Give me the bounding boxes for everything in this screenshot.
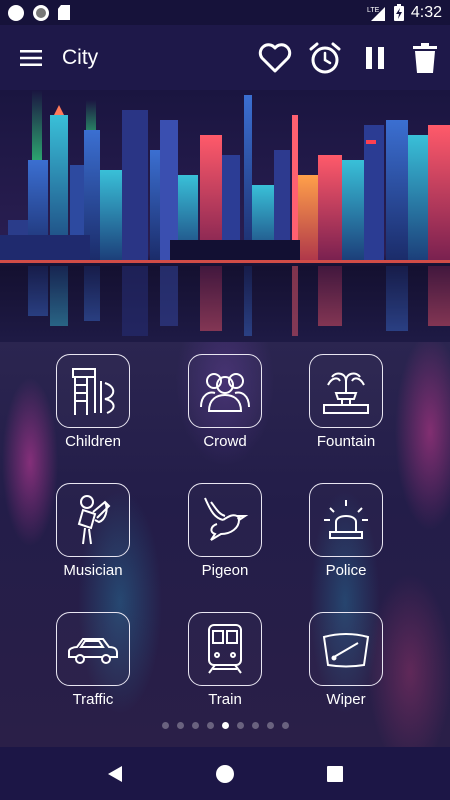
crowd-icon	[200, 373, 250, 412]
sound-label: Musician	[63, 562, 123, 579]
menu-button[interactable]	[0, 25, 62, 90]
sound-button[interactable]	[188, 354, 262, 428]
pause-button[interactable]	[350, 25, 400, 90]
timer-button[interactable]	[300, 25, 350, 90]
delete-button[interactable]	[400, 25, 450, 90]
page-dot[interactable]	[176, 722, 184, 729]
recents-icon	[327, 765, 343, 782]
sound-tile-police[interactable]: Police	[296, 483, 396, 603]
recents-button[interactable]	[315, 754, 355, 794]
page-dot[interactable]	[266, 722, 274, 729]
siren-light-icon	[324, 500, 368, 539]
page-dot[interactable]	[191, 722, 199, 729]
playground-slide-icon	[72, 368, 115, 415]
battery-charging-icon	[393, 4, 404, 21]
back-icon	[108, 765, 122, 782]
heart-icon	[258, 42, 292, 72]
sound-label: Children	[65, 433, 121, 450]
app-bar: City	[0, 25, 450, 90]
page-title: City	[62, 45, 99, 69]
fountain-icon	[323, 372, 369, 414]
city-skyline-illustration	[0, 90, 450, 342]
status-bar: LTE 4:32	[0, 0, 450, 25]
sound-label: Police	[325, 562, 367, 579]
page-dot[interactable]	[236, 722, 244, 729]
pause-icon	[366, 46, 384, 69]
page-dot-active[interactable]	[221, 722, 229, 729]
car-icon	[68, 638, 118, 664]
sound-tile-traffic[interactable]: Traffic	[43, 612, 143, 732]
favorite-button[interactable]	[250, 25, 300, 90]
sound-grid-area: Children Crowd Fountain Musician Pigeon …	[0, 342, 450, 747]
train-icon	[208, 624, 242, 674]
sound-button[interactable]	[188, 483, 262, 557]
page-dot[interactable]	[251, 722, 259, 729]
sound-tile-musician[interactable]: Musician	[43, 483, 143, 603]
system-nav-bar	[0, 747, 450, 800]
pigeon-icon	[204, 497, 249, 541]
sound-tile-fountain[interactable]: Fountain	[296, 354, 396, 474]
sound-label: Wiper	[326, 691, 366, 708]
sound-button[interactable]	[309, 612, 383, 686]
notification-ring-icon	[33, 4, 49, 21]
sound-button[interactable]	[309, 354, 383, 428]
windshield-wiper-icon	[322, 633, 370, 668]
sound-tile-pigeon[interactable]: Pigeon	[175, 483, 275, 603]
home-icon	[216, 764, 234, 783]
page-dot[interactable]	[281, 722, 289, 729]
network-type-label: LTE	[367, 7, 380, 14]
sound-label: Pigeon	[201, 562, 249, 579]
hamburger-menu-icon	[20, 49, 42, 66]
clock-time: 4:32	[410, 3, 442, 21]
sound-label: Traffic	[72, 691, 114, 708]
sound-button[interactable]	[309, 483, 383, 557]
saxophone-player-icon	[77, 495, 111, 545]
alarm-clock-icon	[309, 42, 341, 73]
notification-dot-icon	[8, 4, 24, 21]
back-button[interactable]	[95, 754, 135, 794]
sd-card-icon	[58, 5, 70, 20]
home-button[interactable]	[205, 754, 245, 794]
sound-tile-wiper[interactable]: Wiper	[296, 612, 396, 732]
page-dot[interactable]	[206, 722, 214, 729]
page-indicator	[0, 722, 450, 732]
sound-tile-train[interactable]: Train	[175, 612, 275, 732]
sound-tile-children[interactable]: Children	[43, 354, 143, 474]
sound-label: Fountain	[316, 433, 376, 450]
sound-label: Train	[208, 691, 242, 708]
page-dot[interactable]	[161, 722, 169, 729]
signal-icon: LTE	[367, 6, 385, 21]
sound-button[interactable]	[56, 612, 130, 686]
sound-button[interactable]	[188, 612, 262, 686]
sound-tile-crowd[interactable]: Crowd	[175, 354, 275, 474]
sound-button[interactable]	[56, 483, 130, 557]
sound-button[interactable]	[56, 354, 130, 428]
sound-label: Crowd	[203, 433, 247, 450]
trash-icon	[413, 42, 437, 73]
